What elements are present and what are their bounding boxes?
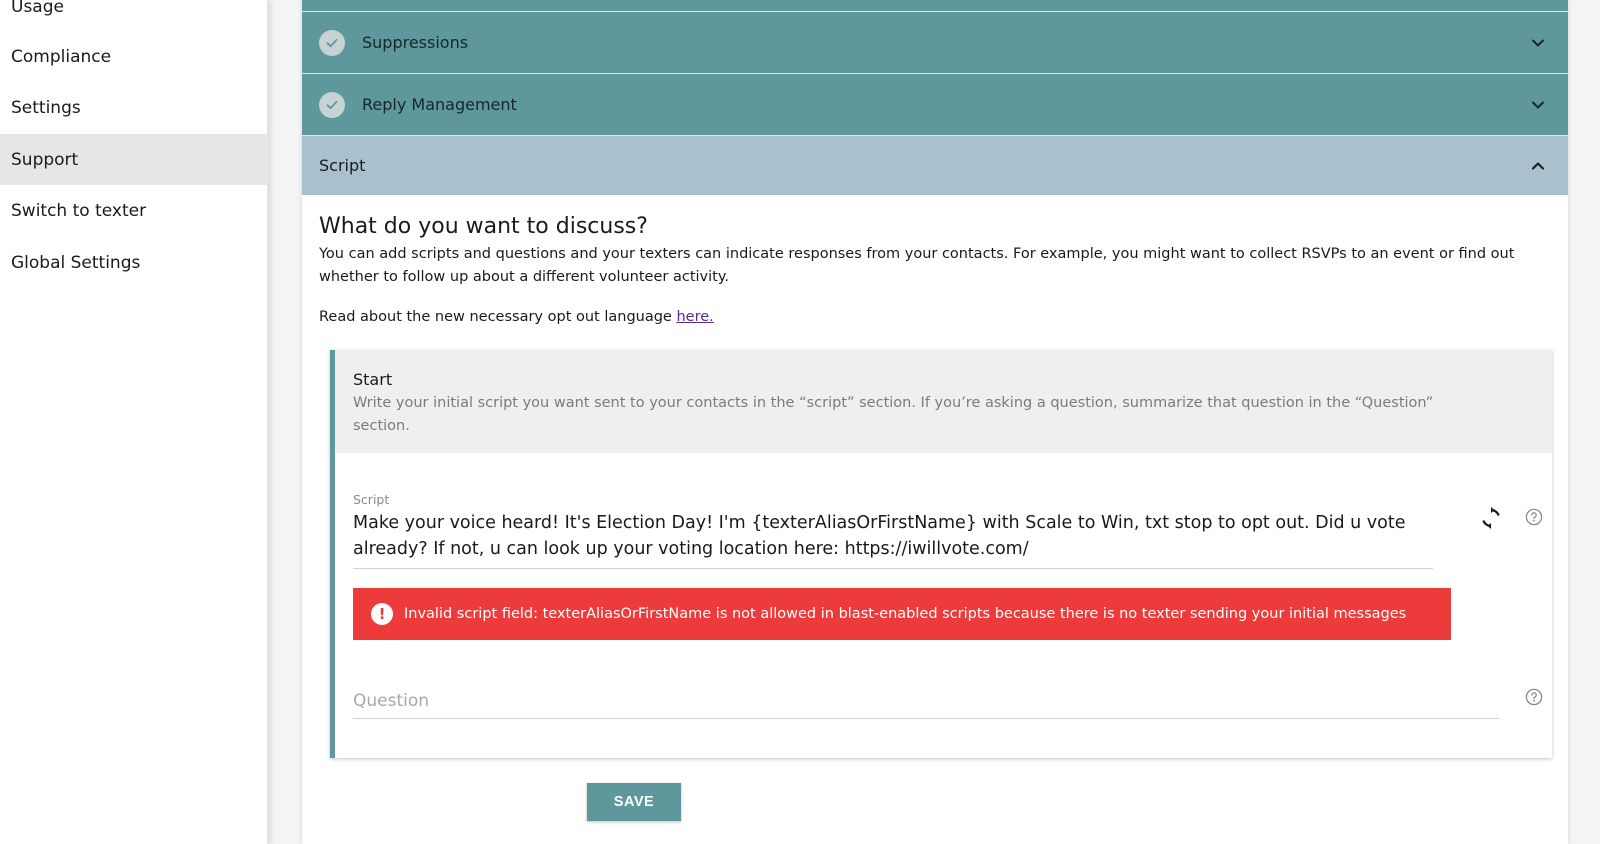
accordion-previous-section[interactable] xyxy=(302,0,1568,12)
opt-out-link[interactable]: here. xyxy=(676,309,713,325)
accordion-reply-management[interactable]: Reply Management xyxy=(302,74,1568,136)
error-icon: ! xyxy=(371,603,393,625)
accordion-script-label: Script xyxy=(319,156,366,175)
sidebar-item-compliance[interactable]: Compliance xyxy=(0,31,268,82)
accordion-script[interactable]: Script xyxy=(302,136,1568,195)
save-button[interactable]: SAVE xyxy=(587,783,681,821)
error-message: Invalid script field: texterAliasOrFirst… xyxy=(404,606,1407,622)
step-header: Start Write your initial script you want… xyxy=(335,350,1552,453)
check-icon xyxy=(319,29,345,56)
sidebar-item-support[interactable]: Support xyxy=(0,134,268,185)
sidebar-item-global-settings[interactable]: Global Settings xyxy=(0,237,268,288)
opt-out-text: Read about the new necessary opt out lan… xyxy=(319,309,677,325)
chevron-down-icon[interactable] xyxy=(1528,95,1548,115)
opt-out-notice: Read about the new necessary opt out lan… xyxy=(319,309,1551,325)
sidebar-item-switch-to-texter[interactable]: Switch to texter xyxy=(0,185,268,236)
sidebar-item-usage[interactable]: Usage xyxy=(0,0,268,32)
script-error-alert: ! Invalid script field: texterAliasOrFir… xyxy=(353,588,1451,640)
accordion-suppressions[interactable]: Suppressions xyxy=(302,12,1568,74)
help-icon[interactable] xyxy=(1523,686,1545,708)
script-field-label: Script xyxy=(353,492,390,507)
step-title: Start xyxy=(353,370,393,389)
accordion-reply-management-label: Reply Management xyxy=(362,95,517,114)
section-heading: What do you want to discuss? xyxy=(319,214,648,239)
sidebar-item-settings[interactable]: Settings xyxy=(0,82,268,133)
script-section-content: What do you want to discuss? You can add… xyxy=(319,196,1551,325)
chevron-up-icon[interactable] xyxy=(1528,156,1548,176)
chevron-down-icon[interactable] xyxy=(1528,33,1548,53)
refresh-icon[interactable] xyxy=(1477,504,1505,532)
accordion-suppressions-label: Suppressions xyxy=(362,33,469,52)
check-icon xyxy=(319,91,345,118)
section-description: You can add scripts and questions and yo… xyxy=(319,246,1515,285)
sidebar: Usage Compliance Settings Support Switch… xyxy=(0,0,268,844)
script-step-card: Start Write your initial script you want… xyxy=(330,350,1552,758)
question-input[interactable]: Question xyxy=(353,687,1499,719)
step-subtitle: Write your initial script you want sent … xyxy=(353,395,1434,434)
help-icon[interactable] xyxy=(1523,506,1545,528)
script-input[interactable]: Make your voice heard! It's Election Day… xyxy=(353,510,1433,569)
